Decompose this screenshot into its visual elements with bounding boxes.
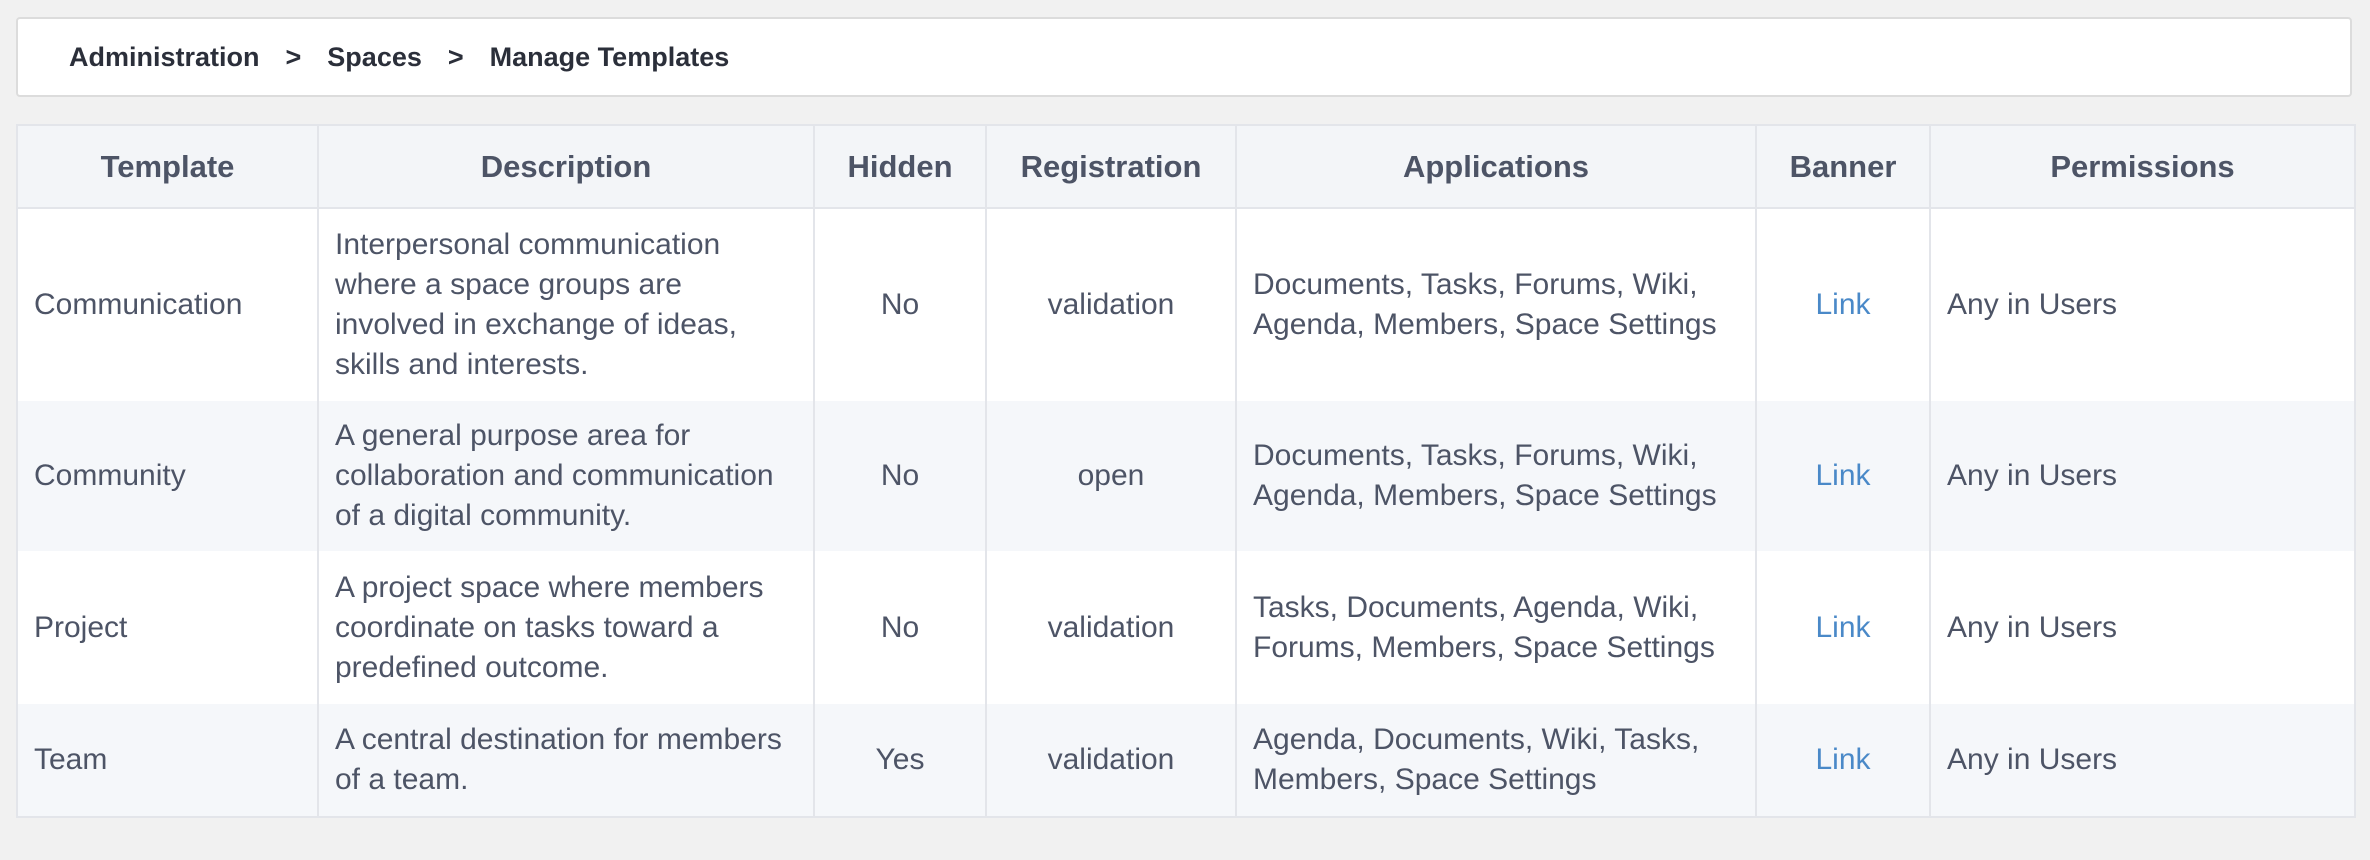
templates-table-container: Template Description Hidden Registration… [16,124,2356,818]
breadcrumb-separator: > [285,41,302,72]
cell-permissions: Any in Users [1930,208,2354,401]
cell-banner: Link [1756,208,1931,401]
cell-hidden: No [814,208,987,401]
breadcrumb-item-current: Manage Templates [489,41,730,72]
cell-hidden: Yes [814,704,987,816]
column-header-registration: Registration [986,126,1237,209]
cell-registration: validation [986,551,1237,704]
cell-hidden: No [814,401,987,551]
banner-link[interactable]: Link [1815,459,1870,492]
column-header-permissions: Permissions [1930,126,2354,209]
table-row: Project A project space where members co… [18,551,2354,704]
column-header-banner: Banner [1756,126,1931,209]
cell-template: Community [18,401,319,551]
cell-applications: Documents, Tasks, Forums, Wiki, Agenda, … [1236,208,1757,401]
cell-description: A project space where members coordinate… [318,551,815,704]
cell-permissions: Any in Users [1930,401,2354,551]
manage-templates-page: Administration > Spaces > Manage Templat… [0,0,2370,860]
cell-applications: Tasks, Documents, Agenda, Wiki, Forums, … [1236,551,1757,704]
cell-registration: open [986,401,1237,551]
cell-banner: Link [1756,704,1931,816]
table-row: Team A central destination for members o… [18,704,2354,816]
cell-template: Communication [18,208,319,401]
breadcrumb-separator: > [447,41,464,72]
breadcrumb-item-administration[interactable]: Administration [69,42,260,73]
cell-banner: Link [1756,401,1931,551]
cell-description: A central destination for members of a t… [318,704,815,816]
cell-registration: validation [986,208,1237,401]
breadcrumb: Administration > Spaces > Manage Templat… [16,17,2352,97]
cell-permissions: Any in Users [1930,704,2354,816]
table-row: Community A general purpose area for col… [18,401,2354,551]
cell-hidden: No [814,551,987,704]
breadcrumb-item-spaces[interactable]: Spaces [327,42,422,73]
cell-permissions: Any in Users [1930,551,2354,704]
cell-banner: Link [1756,551,1931,704]
cell-description: Interpersonal communication where a spac… [318,208,815,401]
column-header-template: Template [18,126,319,209]
column-header-description: Description [318,126,815,209]
column-header-hidden: Hidden [814,126,987,209]
cell-template: Project [18,551,319,704]
banner-link[interactable]: Link [1815,611,1870,644]
column-header-applications: Applications [1236,126,1757,209]
cell-registration: validation [986,704,1237,816]
cell-applications: Agenda, Documents, Wiki, Tasks, Members,… [1236,704,1757,816]
cell-description: A general purpose area for collaboration… [318,401,815,551]
cell-template: Team [18,704,319,816]
cell-applications: Documents, Tasks, Forums, Wiki, Agenda, … [1236,401,1757,551]
templates-table: Template Description Hidden Registration… [18,126,2354,816]
table-row: Communication Interpersonal communicatio… [18,208,2354,401]
banner-link[interactable]: Link [1815,288,1870,321]
banner-link[interactable]: Link [1815,743,1870,776]
table-header-row: Template Description Hidden Registration… [18,126,2354,209]
